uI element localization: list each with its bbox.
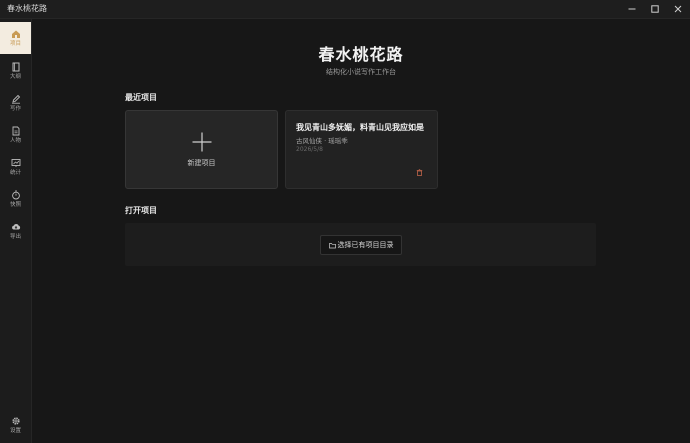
project-card[interactable]: 我见青山多妩媚，料青山见我应如是 古风仙侠 · 瑶瑶乖 2026/5/8: [285, 110, 438, 189]
sidebar-item-label: 项目: [9, 41, 21, 47]
sidebar-item-label: 写作: [9, 106, 21, 112]
close-button[interactable]: [666, 1, 690, 17]
page-title: 春水桃花路: [318, 45, 404, 64]
folder-icon: [328, 242, 336, 248]
select-directory-label: 选择已有项目目录: [337, 241, 394, 249]
page-subtitle: 结构化小说写作工作台: [326, 68, 396, 76]
close-icon: [674, 5, 682, 13]
project-meta: 古风仙侠 · 瑶瑶乖: [296, 137, 348, 145]
open-project-heading: 打开项目: [125, 206, 157, 215]
sidebar-item-label: 设置: [9, 428, 21, 434]
new-project-card[interactable]: 新建项目: [125, 110, 278, 189]
delete-project-button[interactable]: [416, 169, 423, 176]
sidebar-item-label: 快照: [9, 202, 21, 208]
plus-icon: [192, 132, 211, 151]
window-title: 春水桃花路: [7, 4, 47, 13]
main-content: 春水桃花路 结构化小说写作工作台 最近项目 新建项目 我见青山多妩媚，料青山见我…: [32, 19, 690, 443]
sidebar: 项目 大纲 写作 人物 统计 快照 导出 设置: [0, 19, 32, 443]
maximize-button[interactable]: [643, 1, 667, 17]
sidebar-item-label: 人物: [9, 138, 21, 144]
sidebar-item-snapshot[interactable]: 快照: [0, 183, 31, 215]
chart-icon: [11, 159, 20, 167]
timer-icon: [11, 190, 20, 200]
sidebar-item-stats[interactable]: 统计: [0, 151, 31, 183]
trash-icon: [416, 169, 423, 176]
sidebar-item-characters[interactable]: 人物: [0, 119, 31, 151]
project-name: 我见青山多妩媚，料青山见我应如是: [296, 123, 424, 132]
gear-icon: [11, 417, 20, 425]
select-directory-button[interactable]: 选择已有项目目录: [320, 235, 402, 255]
pen-icon: [11, 94, 20, 104]
sidebar-item-export[interactable]: 导出: [0, 215, 31, 247]
recent-projects-heading: 最近项目: [125, 93, 157, 102]
minimize-button[interactable]: [620, 1, 644, 17]
cloud-upload-icon: [11, 224, 20, 230]
sidebar-item-settings[interactable]: 设置: [0, 409, 31, 441]
sidebar-item-label: 导出: [9, 234, 21, 240]
project-date: 2026/5/8: [296, 146, 323, 153]
sidebar-item-writing[interactable]: 写作: [0, 87, 31, 119]
home-icon: [11, 30, 20, 38]
sidebar-item-outline[interactable]: 大纲: [0, 55, 31, 87]
open-project-area: 选择已有项目目录: [125, 223, 596, 266]
sidebar-item-label: 统计: [9, 170, 21, 176]
maximize-icon: [651, 5, 659, 13]
sidebar-item-label: 大纲: [9, 74, 21, 80]
sidebar-item-project[interactable]: 项目: [0, 22, 31, 54]
document-icon: [12, 126, 19, 136]
minimize-icon: [628, 8, 636, 10]
title-bar: 春水桃花路: [0, 0, 690, 19]
new-project-label: 新建项目: [187, 158, 216, 167]
book-icon: [12, 62, 19, 72]
